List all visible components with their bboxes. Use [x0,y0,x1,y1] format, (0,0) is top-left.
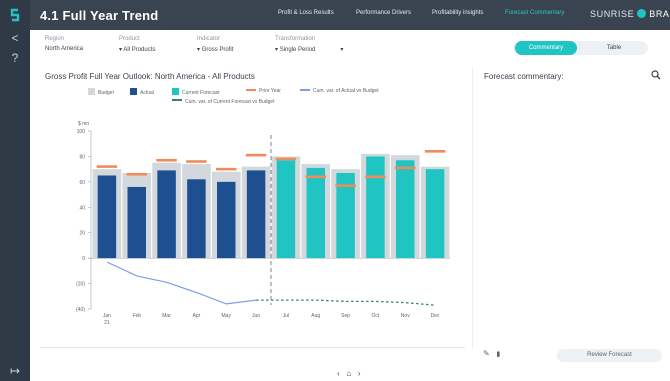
logout-icon[interactable]: ↦ [7,363,23,379]
y-unit-label: $ mn [78,121,89,127]
x-tick-label: Jan [103,313,111,319]
y-tick-label: (20) [76,282,85,288]
toggle-table[interactable]: Table [583,41,645,55]
y-tick-label: 40 [79,205,85,211]
brand-logo: SUNRISEBRANDS [590,9,670,19]
forecast-bar [366,156,385,259]
view-toggle: Commentary Table [513,41,648,55]
prior-year-marker [96,165,118,168]
prior-year-marker [245,153,267,157]
x-tick-label: Aug [311,313,320,319]
app-logo-icon [10,8,20,22]
footer-divider [40,347,465,348]
sun-icon [637,9,647,18]
forecast-bar [396,160,415,259]
app-root: < ? ↦ 4.1 Full Year Trend Profit & Loss … [0,0,670,381]
prior-year-marker [424,150,446,153]
prior-year-marker [275,157,297,161]
x-tick-label: Dec [431,313,440,319]
x-tick-label: Feb [132,313,141,319]
cum-actual-line [106,261,257,305]
prior-year-marker [305,175,326,179]
forecast-bar [425,169,445,259]
actual-bar [187,179,206,259]
home-icon[interactable]: ⌂ [346,369,351,378]
legend-prior-year: Prior Year [246,88,281,94]
legend-cum-forecast: Cum. var. of Current Forecast vs Budget [172,99,274,105]
y-tick-label: 100 [77,129,86,135]
nav-forecast-commentary[interactable]: Forecast Commentary [505,10,564,16]
actual-bar [97,175,117,259]
prior-year-marker [216,167,237,171]
prior-year-marker [335,184,356,187]
chart-legend: Budget Actual Current Forecast Prior Yea… [88,88,458,110]
filter-transformation[interactable]: Transformation ▾ Single Period ▾ [275,36,343,53]
y-axis-ticks: $ mn (40) (20) 0 20 40 60 80 100 [76,121,89,313]
actual-bar [127,186,146,259]
legend-budget: Budget [88,88,114,96]
page-title: 4.1 Full Year Trend [40,8,159,23]
chart-title: Gross Profit Full Year Outlook: North Am… [45,72,255,81]
filter-product[interactable]: Product ▾ All Products [119,36,155,53]
commentary-title: Forecast commentary: [484,72,564,81]
review-forecast-button[interactable]: Review Forecast [557,349,662,362]
actual-bar [217,181,236,259]
trash-icon[interactable]: ▮ [496,351,500,358]
y-tick-label: 20 [79,231,85,237]
y-tick-label: 80 [79,154,85,160]
edit-icon[interactable]: ✎ [483,349,490,358]
x-tick-label: Oct [372,313,380,319]
x-tick-label: Jul [283,313,289,319]
actual-bar [157,170,176,259]
x-tick-label: Sep [341,313,350,319]
left-rail: < ? ↦ [0,0,30,381]
x-year-label: 21 [104,320,110,326]
page-navigation: ‹ ⌂ › [337,369,361,378]
forecast-bar [276,160,296,259]
nav-profitability-insights[interactable]: Profitability insights [432,10,483,16]
next-page-icon[interactable]: › [358,369,361,378]
x-tick-label: Mar [162,313,171,319]
trend-chart: $ mn (40) (20) 0 20 40 60 80 100 Jan Feb Mar Apr May… [76,121,450,326]
prior-year-marker [126,172,147,176]
x-tick-label: May [222,313,232,319]
prior-year-marker [365,175,386,179]
y-tick-label: 0 [82,256,85,262]
prior-year-marker [156,158,177,162]
filter-indicator[interactable]: Indicator ▾ Gross Profit [197,36,233,53]
share-icon[interactable]: < [7,30,23,46]
help-icon[interactable]: ? [7,50,23,66]
legend-cum-actual: Cum. var. of Actual vs Budget [300,88,379,94]
prev-page-icon[interactable]: ‹ [337,369,340,378]
legend-current-forecast: Current Forecast [172,88,220,96]
x-tick-label: Nov [401,313,410,319]
prior-year-marker [186,160,207,163]
nav-pl-results[interactable]: Profit & Loss Results [278,10,334,16]
legend-actual: Actual [130,88,154,96]
top-bar: 4.1 Full Year Trend Profit & Loss Result… [30,0,670,30]
x-tick-label: Apr [193,313,201,319]
prior-year-marker [395,166,416,170]
y-tick-label: 60 [79,180,85,186]
cum-forecast-line [256,299,436,306]
toggle-commentary[interactable]: Commentary [515,41,577,55]
x-tick-label: Jun [252,313,260,319]
search-icon[interactable] [651,70,661,80]
nav-performance-drivers[interactable]: Performance Drivers [356,10,411,16]
y-tick-label: (40) [76,307,85,313]
panel-divider [472,68,473,348]
actual-bar [246,170,266,259]
x-axis-ticks: Jan Feb Mar Apr May Jun Jul Aug Sep Oct Nov Dec 21 [103,313,440,326]
commentary-tools: ✎ ▮ [483,349,500,358]
forecast-bar [306,167,325,259]
filter-bar: Region North America Product ▾ All Produ… [40,36,460,60]
filter-region[interactable]: Region North America [45,36,83,52]
